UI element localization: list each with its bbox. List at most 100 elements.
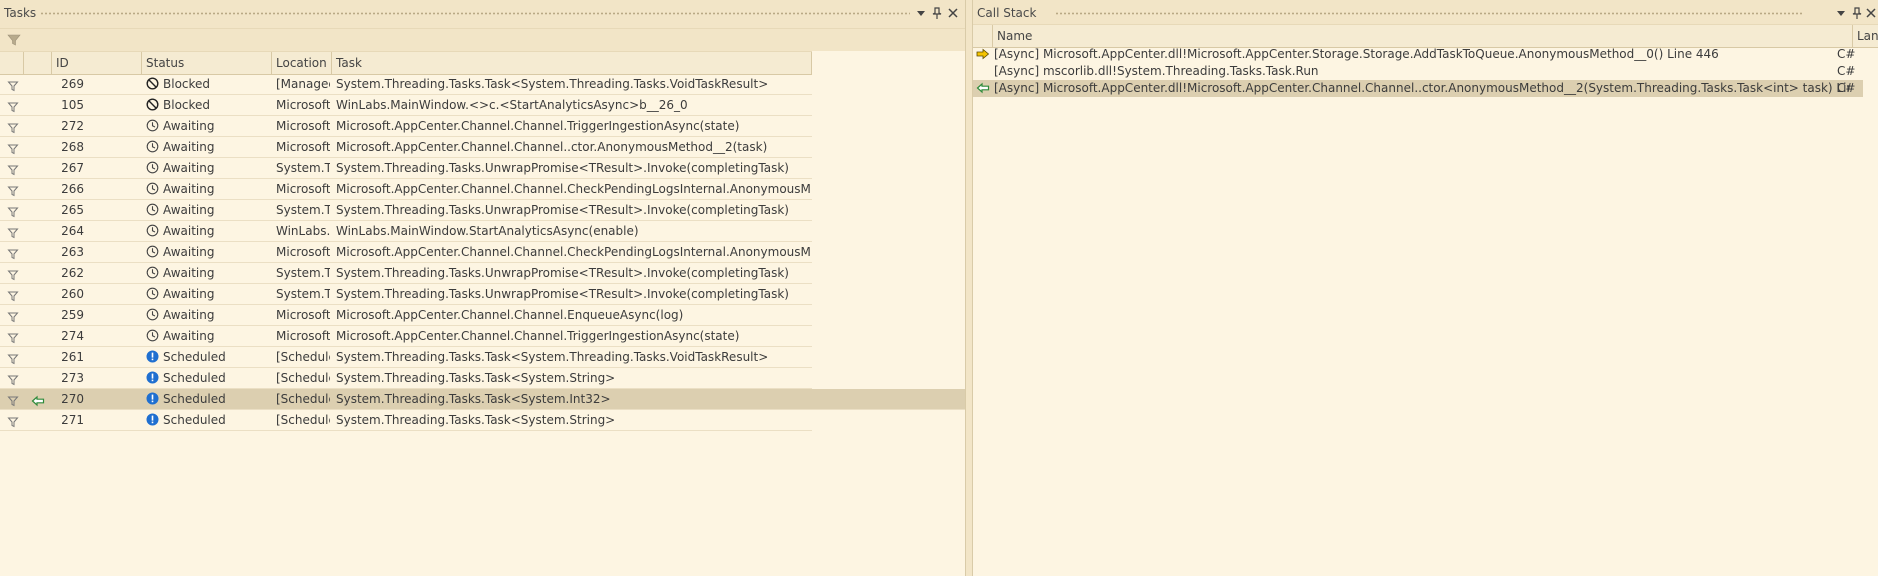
task-row[interactable]: 260 Awaiting System.Th System.Threading.Tas… xyxy=(0,284,812,305)
task-row[interactable]: 261 Scheduled [Schedule System.Threading.Ta… xyxy=(0,347,812,368)
tasks-grid-header: ID Status Location Task xyxy=(0,51,812,75)
task-row[interactable]: 265 Awaiting System.Th System.Threading.Tas… xyxy=(0,200,812,221)
task-id: 105 xyxy=(61,98,84,112)
callstack-frame-row[interactable]: [Async] mscorlib.dll!System.Threading.Ta… xyxy=(973,63,1863,80)
tasks-toolbar xyxy=(0,28,965,51)
task-id: 261 xyxy=(61,350,84,364)
task-row[interactable]: 105 Blocked Microsoft WinLabs.MainWindow.<>… xyxy=(0,95,812,116)
task-id: 265 xyxy=(61,203,84,217)
dropdown-icon[interactable] xyxy=(913,5,929,21)
info-icon xyxy=(146,370,159,384)
callstack-frame-row[interactable]: [Async] Microsoft.AppCenter.dll!Microsof… xyxy=(973,46,1863,63)
task-row[interactable]: 259 Awaiting Microsoft Microsoft.AppCenter.… xyxy=(0,305,812,326)
task-row[interactable]: 266 Awaiting Microsoft Microsoft.AppCenter.… xyxy=(0,179,812,200)
task-status-label: Awaiting xyxy=(163,245,215,259)
info-icon xyxy=(146,391,159,405)
task-status-label: Awaiting xyxy=(163,161,215,175)
task-status-label: Scheduled xyxy=(163,392,226,406)
task-location: Microsoft xyxy=(276,245,330,259)
task-status: Scheduled xyxy=(146,410,270,430)
task-location: System.Th xyxy=(276,266,330,280)
clock-icon xyxy=(146,118,159,132)
frame-language: C# xyxy=(1837,64,1856,78)
task-status: Awaiting xyxy=(146,242,270,262)
task-row[interactable]: 270 Scheduled [Schedule System.Threading.Ta… xyxy=(0,389,965,410)
task-id: 260 xyxy=(61,287,84,301)
task-row[interactable]: 272 Awaiting Microsoft Microsoft.AppCenter.… xyxy=(0,116,812,137)
task-name: Microsoft.AppCenter.Channel.Channel.Trig… xyxy=(336,119,740,133)
clock-icon xyxy=(146,244,159,258)
task-location: Microsoft xyxy=(276,119,330,133)
task-status: Blocked xyxy=(146,74,270,94)
flag-column-header[interactable] xyxy=(0,52,24,74)
task-location: Microsoft xyxy=(276,98,330,112)
name-column-header[interactable]: Name xyxy=(993,25,1853,47)
clock-icon xyxy=(146,265,159,279)
current-column-header[interactable] xyxy=(24,52,52,74)
status-column-header[interactable]: Status xyxy=(142,52,272,74)
close-icon[interactable] xyxy=(945,5,961,21)
task-row[interactable]: 271 Scheduled [Schedule System.Threading.Ta… xyxy=(0,410,812,431)
clock-icon xyxy=(146,286,159,300)
task-name: System.Threading.Tasks.Task<System.Threa… xyxy=(336,77,769,91)
task-row[interactable]: 262 Awaiting System.Th System.Threading.Tas… xyxy=(0,263,812,284)
task-status: Awaiting xyxy=(146,263,270,283)
flag-icon[interactable] xyxy=(7,414,19,434)
task-row[interactable]: 263 Awaiting Microsoft Microsoft.AppCenter.… xyxy=(0,242,812,263)
task-column-header[interactable]: Task xyxy=(332,52,812,74)
task-row[interactable]: 274 Awaiting Microsoft Microsoft.AppCenter.… xyxy=(0,326,812,347)
task-name: Microsoft.AppCenter.Channel.Channel.Enqu… xyxy=(336,308,684,322)
task-status-label: Scheduled xyxy=(163,371,226,385)
task-row[interactable]: 267 Awaiting System.Th System.Threading.Tas… xyxy=(0,158,812,179)
task-status-label: Awaiting xyxy=(163,266,215,280)
task-status: Awaiting xyxy=(146,305,270,325)
task-row[interactable]: 273 Scheduled [Schedule System.Threading.Ta… xyxy=(0,368,812,389)
task-location: [Schedule xyxy=(276,413,330,427)
tasks-titlebar[interactable]: Tasks xyxy=(0,0,965,28)
task-status: Awaiting xyxy=(146,179,270,199)
location-column-header[interactable]: Location xyxy=(272,52,332,74)
task-id: 272 xyxy=(61,119,84,133)
task-status: Scheduled xyxy=(146,347,270,367)
task-location: Microsoft xyxy=(276,329,330,343)
task-location: [Schedule xyxy=(276,392,330,406)
clock-icon xyxy=(146,160,159,174)
task-location: Microsoft xyxy=(276,182,330,196)
language-column-header[interactable]: Lang xyxy=(1853,25,1878,47)
dropdown-icon[interactable] xyxy=(1833,5,1849,21)
tasks-titlebar-grip xyxy=(40,11,910,16)
task-name: System.Threading.Tasks.UnwrapPromise<TRe… xyxy=(336,287,789,301)
clock-icon xyxy=(146,139,159,153)
task-name: WinLabs.MainWindow.StartAnalyticsAsync(e… xyxy=(336,224,639,238)
task-row[interactable]: 268 Awaiting Microsoft Microsoft.AppCenter.… xyxy=(0,137,812,158)
tasks-window: Tasks ID Status Location Task 269 Blocked… xyxy=(0,0,965,576)
id-column-header[interactable]: ID xyxy=(52,52,142,74)
pin-icon[interactable] xyxy=(929,5,945,21)
task-name: WinLabs.MainWindow.<>c.<StartAnalyticsAs… xyxy=(336,98,688,112)
frame-name: [Async] mscorlib.dll!System.Threading.Ta… xyxy=(994,64,1319,78)
task-location: [Schedule xyxy=(276,350,330,364)
frame-marker-column-header[interactable] xyxy=(973,25,993,47)
task-name: Microsoft.AppCenter.Channel.Channel.Chec… xyxy=(336,182,810,196)
pane-splitter[interactable] xyxy=(965,0,973,576)
tasks-title: Tasks xyxy=(4,6,37,20)
callstack-titlebar-grip xyxy=(1055,11,1803,16)
close-icon[interactable] xyxy=(1863,5,1878,21)
task-id: 268 xyxy=(61,140,84,154)
task-status: Awaiting xyxy=(146,221,270,241)
task-location: [Schedule xyxy=(276,371,330,385)
task-row[interactable]: 269 Blocked [Managec System.Threading.Tasks… xyxy=(0,74,812,95)
blocked-icon xyxy=(146,97,159,111)
task-status-label: Scheduled xyxy=(163,350,226,364)
filter-icon[interactable] xyxy=(6,32,22,51)
task-id: 270 xyxy=(61,392,84,406)
callstack-frame-row[interactable]: [Async] Microsoft.AppCenter.dll!Microsof… xyxy=(973,80,1863,97)
task-status-label: Blocked xyxy=(163,98,211,112)
task-id: 271 xyxy=(61,413,84,427)
frame-language: C# xyxy=(1837,81,1856,95)
task-status-label: Awaiting xyxy=(163,203,215,217)
task-id: 267 xyxy=(61,161,84,175)
task-location: Microsoft xyxy=(276,308,330,322)
task-status: Awaiting xyxy=(146,116,270,136)
task-row[interactable]: 264 Awaiting WinLabs.M WinLabs.MainWindow.S… xyxy=(0,221,812,242)
